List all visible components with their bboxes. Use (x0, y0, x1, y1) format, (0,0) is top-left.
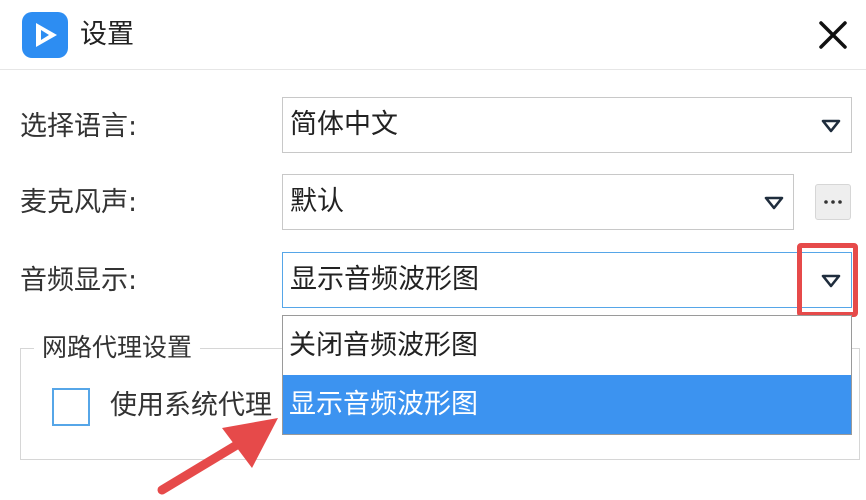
language-label: 选择语言: (20, 111, 138, 142)
play-logo-icon (22, 12, 68, 58)
audio-display-dropdown-list: 关闭音频波形图 显示音频波形图 (282, 315, 852, 435)
dropdown-option-off[interactable]: 关闭音频波形图 (283, 316, 851, 375)
proxy-group-title: 网路代理设置 (34, 331, 201, 365)
dropdown-toggle-highlight (797, 243, 858, 317)
chevron-down-icon (764, 196, 784, 210)
more-dots-icon (824, 200, 842, 204)
chevron-down-icon (821, 119, 841, 133)
microphone-select-value: 默认 (290, 186, 344, 217)
language-select-value: 简体中文 (290, 109, 398, 140)
use-system-proxy-checkbox[interactable] (52, 388, 90, 426)
language-select[interactable]: 简体中文 (282, 97, 852, 153)
audio-display-label: 音频显示: (20, 265, 138, 296)
audio-display-select[interactable]: 显示音频波形图 (282, 252, 852, 308)
dropdown-option-show[interactable]: 显示音频波形图 (283, 375, 851, 434)
microphone-more-button[interactable] (815, 184, 851, 220)
window-title: 设置 (80, 19, 134, 50)
close-icon[interactable] (810, 12, 856, 58)
microphone-select[interactable]: 默认 (282, 174, 794, 230)
title-bar: 设置 (0, 0, 866, 70)
audio-display-select-value: 显示音频波形图 (290, 264, 479, 295)
annotation-arrow-icon (157, 418, 278, 495)
microphone-label: 麦克风声: (20, 187, 138, 218)
